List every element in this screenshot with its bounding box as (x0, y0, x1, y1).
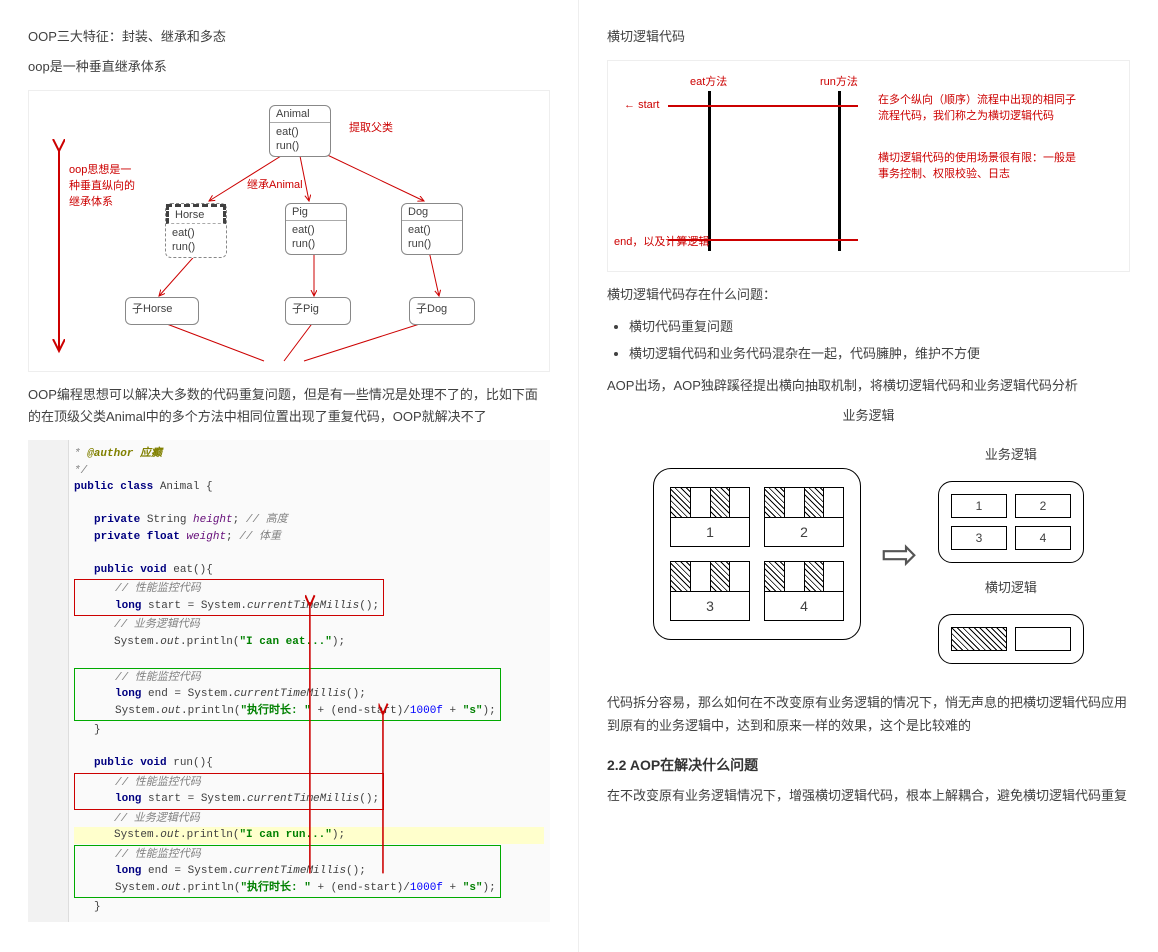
before-box: 1 2 3 4 (653, 468, 861, 640)
code-block: * @author 应癫 */ public class Animal { pr… (28, 440, 550, 922)
sub-dog: 子Dog (409, 297, 475, 325)
list-item: 横切逻辑代码和业务代码混杂在一起，代码臃肿，维护不方便 (629, 343, 1130, 365)
arrow-icon: ⇨ (881, 529, 918, 580)
list-item: 横切代码重复问题 (629, 316, 1130, 338)
problems-list: 横切代码重复问题 横切逻辑代码和业务代码混杂在一起，代码臃肿，维护不方便 (607, 316, 1130, 365)
animal-node: Animal eat()run() (269, 105, 331, 157)
biz-logic-label: 业务逻辑 (607, 405, 1130, 424)
oop-features: OOP三大特征：封装、继承和多态 (28, 26, 550, 48)
extract-label: 提取父类 (349, 119, 393, 135)
left-column: OOP三大特征：封装、继承和多态 oop是一种垂直继承体系 oop思想是一种垂直… (0, 0, 579, 952)
gutter (28, 440, 69, 922)
sub-horse: 子Horse (125, 297, 199, 325)
inheritance-diagram: oop思想是一种垂直纵向的继承体系 Animal eat()run() 提取父类… (28, 90, 550, 372)
dog-node: Dog eat()run() (401, 203, 463, 255)
side-label: oop思想是一种垂直纵向的继承体系 (69, 161, 139, 209)
cross-cutting-title: 横切逻辑代码 (607, 26, 1130, 48)
inherit-label: 继承Animal (247, 176, 303, 192)
aop-solve: 在不改变原有业务逻辑情况下，增强横切逻辑代码，根本上解耦合，避免横切逻辑代码重复 (607, 785, 1130, 807)
oop-limitation: OOP编程思想可以解决大多数的代码重复问题，但是有一些情况是处理不了的，比如下面… (28, 384, 550, 428)
sub-pig: 子Pig (285, 297, 351, 325)
split-note: 代码拆分容易，那么如何在不改变原有业务逻辑的情况下，悄无声息的把横切逻辑代码应用… (607, 692, 1130, 736)
pig-node: Pig eat()run() (285, 203, 347, 255)
aop-intro: AOP出场，AOP独辟蹊径提出横向抽取机制，将横切逻辑代码和业务逻辑代码分析 (607, 375, 1130, 397)
horse-node: Horse eat()run() (165, 203, 227, 258)
cross-box (938, 614, 1084, 664)
oop-vertical: oop是一种垂直继承体系 (28, 56, 550, 78)
problems-title: 横切逻辑代码存在什么问题： (607, 284, 1130, 306)
section-2-2: 2.2 AOP在解决什么问题 (607, 755, 1130, 775)
right-column: 横切逻辑代码 eat方法 run方法 ← start end，以及计算逻辑 在多… (579, 0, 1158, 952)
biz-box: 12 34 (938, 481, 1084, 563)
separation-diagram: 1 2 3 4 ⇨ 业务逻辑 12 34 横切逻辑 (607, 424, 1130, 684)
page-root: OOP三大特征：封装、继承和多态 oop是一种垂直继承体系 oop思想是一种垂直… (0, 0, 1158, 952)
cross-cutting-diagram: eat方法 run方法 ← start end，以及计算逻辑 在多个纵向（顺序）… (607, 60, 1130, 272)
after-stack: 业务逻辑 12 34 横切逻辑 (938, 444, 1084, 664)
